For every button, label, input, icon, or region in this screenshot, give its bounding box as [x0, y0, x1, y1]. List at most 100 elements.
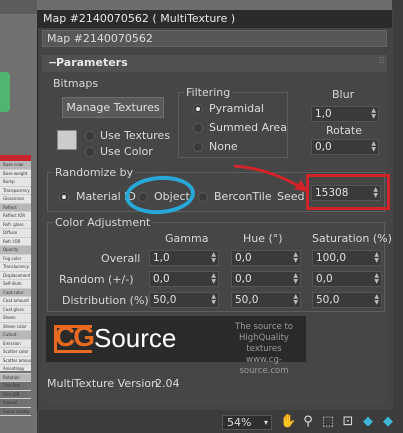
node-slot-row[interactable]: Opacity [0, 246, 31, 255]
pan-hand-icon[interactable]: ✋ [280, 414, 296, 430]
distribution-gamma-spinner[interactable]: 50,0 ▲ ▼ [149, 292, 219, 308]
node-slot-row[interactable]: Base color [0, 161, 31, 170]
use-textures-radio[interactable] [85, 131, 95, 141]
rotate-value: 0,0 [315, 141, 332, 153]
node-slot-row[interactable]: Transparency [0, 187, 31, 195]
material-id-radio[interactable] [59, 192, 69, 202]
use-color-radio[interactable] [85, 147, 95, 157]
node-editor-area[interactable]: Base color Base weight Bump Transparency Glo… [0, 0, 37, 433]
node-slot-row[interactable]: Displacement [0, 272, 31, 280]
node-slot-row[interactable]: Refr. IOR [0, 238, 31, 246]
spinner-value: 0,0 [235, 252, 252, 264]
tagline-line: www.cg-source.com [239, 355, 289, 376]
gamma-column-header: Gamma [165, 232, 209, 245]
zoom-extents-icon[interactable]: ⊡ [340, 414, 356, 430]
zoom-dropdown[interactable]: 54% ▾ [222, 415, 272, 430]
spinner-value: 0,0 [316, 273, 333, 285]
bercontile-radio[interactable] [198, 192, 208, 202]
node-slot-row[interactable]: Reflect IOR [0, 212, 31, 221]
spinner-arrows-icon[interactable]: ▲ ▼ [374, 273, 379, 285]
spinner-arrows-icon[interactable]: ▲ ▼ [211, 273, 216, 285]
randomize-label: Randomize by [53, 166, 136, 179]
distribution-hue-spinner[interactable]: 50,0 ▲ ▼ [231, 292, 301, 308]
green-node[interactable] [0, 72, 10, 112]
zoom-icon[interactable]: ⚲ [300, 414, 316, 430]
use-color-label: Use Color [100, 145, 153, 158]
spinner-arrows-icon[interactable]: ▲ ▼ [211, 252, 216, 264]
distribution-saturation-spinner[interactable]: 50,0 ▲ ▼ [312, 292, 382, 308]
pyramidal-label: Pyramidal [209, 102, 264, 115]
cg-source-banner[interactable]: CG Source The source to HighQuality text… [46, 316, 306, 376]
parameters-rollout-header[interactable]: − Parameters ⠿ [42, 55, 387, 72]
node-slot-row[interactable]: Thin film [0, 382, 31, 391]
tagline-line: HighQuality textures [239, 333, 289, 354]
hue-column-header: Hue (°) [243, 232, 283, 245]
color-swatch[interactable] [57, 130, 77, 150]
node-slot-row[interactable]: Translucency [0, 263, 31, 272]
summed-area-label: Summed Area [209, 121, 287, 134]
spinner-arrows-icon[interactable]: ▲ ▼ [293, 252, 298, 264]
rotate-label: Rotate [326, 124, 363, 137]
spinner-arrows-icon[interactable]: ▲ ▼ [293, 294, 298, 306]
node-slot-row[interactable]: Reflect [0, 203, 31, 212]
random-gamma-spinner[interactable]: 0,0 ▲ ▼ [149, 271, 219, 287]
random-hue-spinner[interactable]: 0,0 ▲ ▼ [231, 271, 301, 287]
banner-tagline: The source to HighQuality textures www.c… [224, 322, 304, 377]
node-slot-row[interactable]: Glossiness [0, 195, 31, 204]
overall-saturation-spinner[interactable]: 100,0 ▲ ▼ [312, 250, 382, 266]
overall-gamma-spinner[interactable]: 1,0 ▲ ▼ [149, 250, 219, 266]
spinner-arrows-icon[interactable]: ▲ ▼ [293, 273, 298, 285]
overall-hue-spinner[interactable]: 0,0 ▲ ▼ [231, 250, 301, 266]
node-slot-row[interactable]: Emission [0, 340, 31, 348]
version-label: MultiTexture Version [47, 377, 159, 390]
node-slot-row[interactable]: Diffuse [0, 229, 31, 238]
overall-label: Overall [101, 252, 141, 265]
node-slot-row[interactable]: Self-illum [0, 280, 31, 289]
random-saturation-spinner[interactable]: 0,0 ▲ ▼ [312, 271, 382, 287]
rotate-spinner[interactable]: 0,0 ▲ ▼ [311, 139, 379, 155]
chevron-down-icon: ▾ [263, 418, 268, 427]
version-value: 2.04 [155, 377, 180, 390]
use-textures-label: Use Textures [100, 129, 171, 142]
node-slot-row[interactable]: Coat amount [0, 297, 31, 306]
node-slot-row[interactable]: Anisotropy [0, 365, 31, 374]
spinner-arrows-icon[interactable]: ▲ ▼ [374, 252, 379, 264]
source-logo-text: Source [94, 323, 177, 353]
spinner-arrows-icon[interactable]: ▲ ▼ [371, 141, 376, 153]
grip-icon: ⠿ [378, 57, 385, 67]
zoom-value: 54% [227, 416, 252, 429]
material-node[interactable]: Base color Base weight Bump Transparency Glo… [0, 155, 31, 416]
node-slot-row[interactable]: Film IOR [0, 391, 31, 399]
none-label: None [209, 140, 238, 153]
node-slot-row[interactable]: Base weight [0, 170, 31, 178]
node-slot-row[interactable]: Sheen [0, 314, 31, 323]
blur-value: 1,0 [315, 108, 332, 120]
node-slot-row[interactable]: Sheen color [0, 323, 31, 331]
node-slot-row[interactable]: Rotation [0, 373, 31, 382]
node-slot-row[interactable]: Fog color [0, 255, 31, 263]
rollout-title: Parameters [56, 56, 128, 69]
node-slot-row[interactable]: Scatter color [0, 348, 31, 357]
pyramidal-radio[interactable] [193, 104, 203, 114]
node-slot-row[interactable]: Coat gloss [0, 306, 31, 314]
node-slot-row[interactable]: Scatter amount [0, 357, 31, 365]
spinner-arrows-icon[interactable]: ▲ ▼ [374, 294, 379, 306]
spinner-arrows-icon[interactable]: ▲ ▼ [371, 108, 376, 120]
spinner-arrows-icon[interactable]: ▲ ▼ [211, 294, 216, 306]
node-slot-row[interactable]: Refr. gloss [0, 221, 31, 229]
spinner-value: 0,0 [153, 273, 170, 285]
none-radio[interactable] [193, 142, 203, 152]
node-slot-row[interactable]: Some scatter color [0, 408, 31, 416]
zoom-region-icon[interactable]: ⬚ [320, 414, 336, 430]
node-slot-row[interactable]: Coat color [0, 288, 31, 297]
filtering-label: Filtering [184, 86, 233, 99]
manage-textures-button[interactable]: Manage Textures [62, 97, 164, 118]
navigator-icon[interactable]: ◆ [360, 414, 376, 430]
node-slot-row[interactable]: Fresnel [0, 399, 31, 408]
map-name-field[interactable]: Map #2140070562 [42, 30, 387, 47]
summed-area-radio[interactable] [193, 123, 203, 133]
node-slot-row[interactable]: Bump [0, 178, 31, 187]
blur-spinner[interactable]: 1,0 ▲ ▼ [311, 106, 379, 122]
toggle-panel-icon[interactable]: ◆ [380, 414, 396, 430]
node-slot-row[interactable]: Cutout [0, 331, 31, 340]
